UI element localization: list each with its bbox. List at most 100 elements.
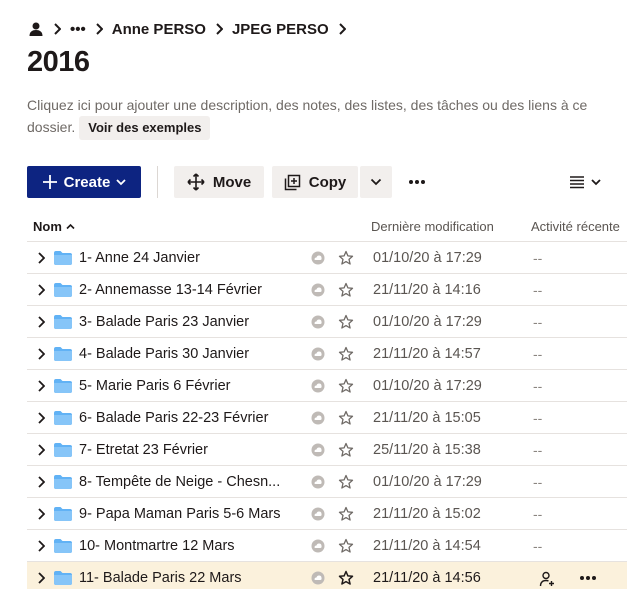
- expand-chevron-icon[interactable]: [35, 251, 47, 265]
- sync-status-icon: [311, 315, 325, 329]
- row-modified: 21/11/20 à 14:56: [373, 570, 481, 586]
- sync-status-icon: [311, 539, 325, 553]
- sync-status-icon: [311, 475, 325, 489]
- table-header: Nom Dernière modification Activité récen…: [27, 210, 627, 242]
- breadcrumb: ••• Anne PERSO JPEG PERSO: [28, 18, 347, 40]
- expand-chevron-icon[interactable]: [35, 347, 47, 361]
- row-name[interactable]: 5- Marie Paris 6 Février: [79, 378, 294, 394]
- row-name[interactable]: 3- Balade Paris 23 Janvier: [79, 314, 294, 330]
- sort-ascending-icon: [66, 223, 75, 230]
- page-title: 2016: [27, 46, 90, 78]
- table-row[interactable]: 2- Annemasse 13-14 Février 21/11/20 à 14…: [27, 274, 627, 306]
- table-row[interactable]: 3- Balade Paris 23 Janvier 01/10/20 à 17…: [27, 306, 627, 338]
- folder-description[interactable]: Cliquez ici pour ajouter une description…: [27, 95, 632, 140]
- star-icon[interactable]: [338, 538, 354, 554]
- row-activity: --: [533, 346, 543, 362]
- row-modified: 01/10/20 à 17:29: [373, 378, 482, 394]
- row-modified: 25/11/20 à 15:38: [373, 442, 481, 458]
- expand-chevron-icon[interactable]: [35, 539, 47, 553]
- expand-chevron-icon[interactable]: [35, 411, 47, 425]
- chevron-right-icon: [94, 23, 104, 35]
- breadcrumb-item[interactable]: Anne PERSO: [112, 21, 206, 38]
- star-icon[interactable]: [338, 250, 354, 266]
- table-row[interactable]: 7- Etretat 23 Février 25/11/20 à 15:38 -…: [27, 434, 627, 466]
- table-row[interactable]: 8- Tempête de Neige - Chesn... 01/10/20 …: [27, 466, 627, 498]
- column-header-activity[interactable]: Activité récente: [531, 219, 620, 234]
- toolbar-divider: [157, 166, 158, 198]
- column-header-name[interactable]: Nom: [33, 219, 75, 234]
- move-button[interactable]: Move: [174, 166, 264, 198]
- folder-icon: [54, 379, 72, 393]
- chevron-right-icon: [337, 23, 347, 35]
- table-row[interactable]: 4- Balade Paris 30 Janvier 21/11/20 à 14…: [27, 338, 627, 370]
- move-button-label: Move: [212, 173, 252, 191]
- table-row[interactable]: 6- Balade Paris 22-23 Février 21/11/20 à…: [27, 402, 627, 434]
- row-activity: --: [533, 506, 543, 522]
- chevron-right-icon: [52, 23, 62, 35]
- row-modified: 21/11/20 à 14:16: [373, 282, 481, 298]
- more-actions-button[interactable]: [402, 166, 432, 198]
- row-name[interactable]: 11- Balade Paris 22 Mars: [79, 570, 294, 586]
- column-header-modified[interactable]: Dernière modification: [371, 219, 494, 234]
- view-options-button[interactable]: [565, 166, 605, 198]
- row-name[interactable]: 10- Montmartre 12 Mars: [79, 538, 294, 554]
- see-examples-button[interactable]: Voir des exemples: [79, 116, 211, 140]
- table-row-hovered[interactable]: 11- Balade Paris 22 Mars 21/11/20 à 14:5…: [27, 562, 627, 589]
- row-activity: --: [533, 442, 543, 458]
- more-icon[interactable]: [577, 570, 599, 586]
- breadcrumb-item[interactable]: JPEG PERSO: [232, 21, 329, 38]
- table-row[interactable]: 10- Montmartre 12 Mars 21/11/20 à 14:54 …: [27, 530, 627, 562]
- expand-chevron-icon[interactable]: [35, 379, 47, 393]
- folder-icon: [54, 315, 72, 329]
- row-name[interactable]: 8- Tempête de Neige - Chesn...: [79, 474, 294, 490]
- row-name[interactable]: 7- Etretat 23 Février: [79, 442, 294, 458]
- star-icon[interactable]: [338, 410, 354, 426]
- list-view-icon: [569, 175, 585, 189]
- sync-status-icon: [311, 251, 325, 265]
- column-header-name-label: Nom: [33, 219, 62, 234]
- star-icon[interactable]: [338, 570, 354, 586]
- row-modified: 01/10/20 à 17:29: [373, 250, 482, 266]
- table-row[interactable]: 1- Anne 24 Janvier 01/10/20 à 17:29 --: [27, 242, 627, 274]
- table-row[interactable]: 9- Papa Maman Paris 5-6 Mars 21/11/20 à …: [27, 498, 627, 530]
- copy-menu-button[interactable]: [360, 166, 392, 198]
- folder-icon: [54, 507, 72, 521]
- row-name[interactable]: 6- Balade Paris 22-23 Février: [79, 410, 294, 426]
- star-icon[interactable]: [338, 282, 354, 298]
- copy-button[interactable]: Copy: [272, 166, 358, 198]
- folder-icon: [54, 539, 72, 553]
- row-modified: 21/11/20 à 15:05: [373, 410, 481, 426]
- folder-icon: [54, 411, 72, 425]
- file-list: 1- Anne 24 Janvier 01/10/20 à 17:29 -- 2…: [27, 242, 627, 589]
- plus-icon: [42, 174, 58, 190]
- row-name[interactable]: 4- Balade Paris 30 Janvier: [79, 346, 294, 362]
- row-name[interactable]: 9- Papa Maman Paris 5-6 Mars: [79, 506, 294, 522]
- create-button[interactable]: Create: [27, 166, 141, 198]
- star-icon[interactable]: [338, 442, 354, 458]
- expand-chevron-icon[interactable]: [35, 475, 47, 489]
- sync-status-icon: [311, 347, 325, 361]
- person-icon[interactable]: [28, 21, 44, 37]
- sync-status-icon: [311, 507, 325, 521]
- copy-button-label: Copy: [308, 173, 347, 191]
- breadcrumb-ellipsis[interactable]: •••: [70, 21, 86, 38]
- expand-chevron-icon[interactable]: [35, 443, 47, 457]
- expand-chevron-icon[interactable]: [35, 315, 47, 329]
- star-icon[interactable]: [338, 506, 354, 522]
- table-row[interactable]: 5- Marie Paris 6 Février 01/10/20 à 17:2…: [27, 370, 627, 402]
- row-name[interactable]: 1- Anne 24 Janvier: [79, 250, 294, 266]
- star-icon[interactable]: [338, 378, 354, 394]
- share-icon[interactable]: [539, 571, 555, 587]
- create-button-label: Create: [63, 173, 111, 191]
- star-icon[interactable]: [338, 346, 354, 362]
- sync-status-icon: [311, 571, 325, 585]
- copy-icon: [284, 174, 301, 191]
- expand-chevron-icon[interactable]: [35, 571, 47, 585]
- expand-chevron-icon[interactable]: [35, 507, 47, 521]
- expand-chevron-icon[interactable]: [35, 283, 47, 297]
- star-icon[interactable]: [338, 474, 354, 490]
- chevron-right-icon: [214, 23, 224, 35]
- row-name[interactable]: 2- Annemasse 13-14 Février: [79, 282, 294, 298]
- chevron-down-icon: [370, 178, 382, 186]
- star-icon[interactable]: [338, 314, 354, 330]
